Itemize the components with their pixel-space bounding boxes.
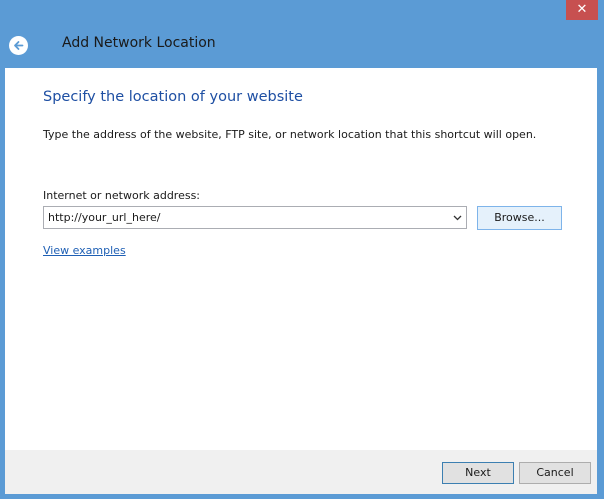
instructions-text: Type the address of the website, FTP sit…: [43, 128, 537, 141]
wizard-footer: Next Cancel: [5, 450, 597, 494]
wizard-content: Specify the location of your website Typ…: [5, 68, 597, 450]
address-combobox[interactable]: [43, 206, 467, 229]
view-examples-link[interactable]: View examples: [43, 244, 126, 257]
cancel-button[interactable]: Cancel: [519, 462, 591, 484]
address-dropdown-button[interactable]: [448, 207, 466, 228]
address-input[interactable]: [44, 207, 444, 228]
close-button[interactable]: ✕: [566, 0, 598, 20]
browse-button[interactable]: Browse...: [477, 206, 562, 230]
page-title: Specify the location of your website: [43, 89, 303, 105]
back-arrow-icon: [14, 41, 24, 50]
close-icon: ✕: [576, 2, 588, 17]
wizard-header: Add Network Location: [0, 22, 604, 68]
back-button[interactable]: [9, 36, 28, 55]
address-label: Internet or network address:: [43, 189, 201, 202]
next-button[interactable]: Next: [442, 462, 514, 484]
chevron-down-icon: [453, 215, 461, 220]
wizard-title: Add Network Location: [62, 35, 216, 51]
add-network-location-window: ✕ Add Network Location Specify the locat…: [0, 0, 604, 499]
